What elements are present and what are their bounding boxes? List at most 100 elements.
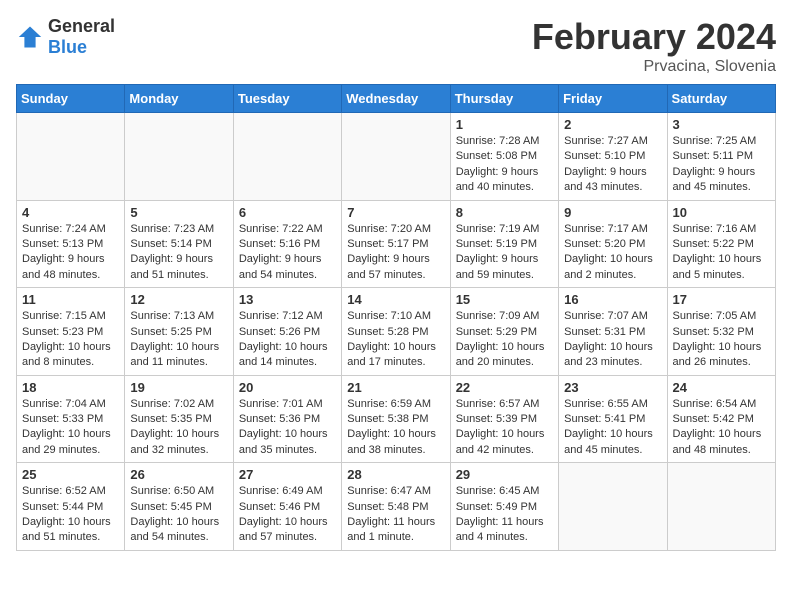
day-info: Sunrise: 7:12 AM Sunset: 5:26 PM Dayligh… [239, 309, 336, 371]
calendar-cell: 13 Sunrise: 7:12 AM Sunset: 5:26 PM Dayli… [233, 288, 341, 376]
calendar-cell: 16 Sunrise: 7:07 AM Sunset: 5:31 PM Dayli… [559, 288, 667, 376]
day-number: 18 [22, 380, 119, 395]
calendar-cell [559, 463, 667, 551]
day-info: Sunrise: 7:24 AM Sunset: 5:13 PM Dayligh… [22, 222, 119, 284]
day-info: Sunrise: 7:07 AM Sunset: 5:31 PM Dayligh… [564, 309, 661, 371]
calendar-cell: 20 Sunrise: 7:01 AM Sunset: 5:36 PM Dayli… [233, 375, 341, 463]
day-info: Sunrise: 7:25 AM Sunset: 5:11 PM Dayligh… [673, 134, 770, 196]
day-number: 21 [347, 380, 444, 395]
calendar-cell: 9 Sunrise: 7:17 AM Sunset: 5:20 PM Daylig… [559, 200, 667, 288]
calendar-week-row: 1Sunrise: 7:28 AM Sunset: 5:08 PM Daylig… [17, 113, 776, 201]
day-info: Sunrise: 6:59 AM Sunset: 5:38 PM Dayligh… [347, 397, 444, 459]
day-number: 28 [347, 467, 444, 482]
day-info: Sunrise: 7:01 AM Sunset: 5:36 PM Dayligh… [239, 397, 336, 459]
day-number: 12 [130, 292, 227, 307]
calendar-week-row: 4Sunrise: 7:24 AM Sunset: 5:13 PM Daylig… [17, 200, 776, 288]
day-number: 26 [130, 467, 227, 482]
day-info: Sunrise: 6:49 AM Sunset: 5:46 PM Dayligh… [239, 484, 336, 546]
day-number: 15 [456, 292, 553, 307]
day-info: Sunrise: 6:45 AM Sunset: 5:49 PM Dayligh… [456, 484, 553, 546]
day-info: Sunrise: 7:19 AM Sunset: 5:19 PM Dayligh… [456, 222, 553, 284]
day-number: 7 [347, 205, 444, 220]
day-number: 13 [239, 292, 336, 307]
title-block: February 2024 Prvacina, Slovenia [532, 16, 776, 76]
col-header-sunday: Sunday [17, 85, 125, 113]
calendar-cell: 10Sunrise: 7:16 AM Sunset: 5:22 PM Dayli… [667, 200, 775, 288]
col-header-saturday: Saturday [667, 85, 775, 113]
calendar-cell: 3Sunrise: 7:25 AM Sunset: 5:11 PM Daylig… [667, 113, 775, 201]
calendar-cell: 28 Sunrise: 6:47 AM Sunset: 5:48 PM Dayli… [342, 463, 450, 551]
calendar-cell: 6 Sunrise: 7:22 AM Sunset: 5:16 PM Daylig… [233, 200, 341, 288]
day-number: 20 [239, 380, 336, 395]
day-info: Sunrise: 6:50 AM Sunset: 5:45 PM Dayligh… [130, 484, 227, 546]
location: Prvacina, Slovenia [532, 58, 776, 76]
day-number: 19 [130, 380, 227, 395]
day-number: 9 [564, 205, 661, 220]
day-number: 1 [456, 117, 553, 132]
calendar-week-row: 11 Sunrise: 7:15 AM Sunset: 5:23 PM Dayli… [17, 288, 776, 376]
day-info: Sunrise: 7:10 AM Sunset: 5:28 PM Dayligh… [347, 309, 444, 371]
calendar-cell: 12 Sunrise: 7:13 AM Sunset: 5:25 PM Dayli… [125, 288, 233, 376]
day-info: Sunrise: 6:52 AM Sunset: 5:44 PM Dayligh… [22, 484, 119, 546]
calendar-cell: 11 Sunrise: 7:15 AM Sunset: 5:23 PM Dayli… [17, 288, 125, 376]
calendar-cell: 22Sunrise: 6:57 AM Sunset: 5:39 PM Dayli… [450, 375, 558, 463]
calendar-cell [342, 113, 450, 201]
day-info: Sunrise: 7:20 AM Sunset: 5:17 PM Dayligh… [347, 222, 444, 284]
day-number: 23 [564, 380, 661, 395]
logo-blue-text: Blue [48, 37, 87, 57]
calendar-cell [17, 113, 125, 201]
logo: General Blue [16, 16, 115, 58]
calendar-cell: 14 Sunrise: 7:10 AM Sunset: 5:28 PM Dayli… [342, 288, 450, 376]
day-info: Sunrise: 7:22 AM Sunset: 5:16 PM Dayligh… [239, 222, 336, 284]
col-header-monday: Monday [125, 85, 233, 113]
day-info: Sunrise: 7:16 AM Sunset: 5:22 PM Dayligh… [673, 222, 770, 284]
logo-icon [16, 23, 44, 51]
day-info: Sunrise: 7:05 AM Sunset: 5:32 PM Dayligh… [673, 309, 770, 371]
calendar-cell: 29 Sunrise: 6:45 AM Sunset: 5:49 PM Dayli… [450, 463, 558, 551]
day-info: Sunrise: 7:17 AM Sunset: 5:20 PM Dayligh… [564, 222, 661, 284]
calendar-cell [667, 463, 775, 551]
calendar-cell: 2 Sunrise: 7:27 AM Sunset: 5:10 PM Daylig… [559, 113, 667, 201]
calendar-week-row: 25Sunrise: 6:52 AM Sunset: 5:44 PM Dayli… [17, 463, 776, 551]
day-info: Sunrise: 7:02 AM Sunset: 5:35 PM Dayligh… [130, 397, 227, 459]
day-info: Sunrise: 6:54 AM Sunset: 5:42 PM Dayligh… [673, 397, 770, 459]
col-header-wednesday: Wednesday [342, 85, 450, 113]
day-info: Sunrise: 7:09 AM Sunset: 5:29 PM Dayligh… [456, 309, 553, 371]
calendar-cell: 18Sunrise: 7:04 AM Sunset: 5:33 PM Dayli… [17, 375, 125, 463]
calendar-cell: 21 Sunrise: 6:59 AM Sunset: 5:38 PM Dayli… [342, 375, 450, 463]
day-info: Sunrise: 7:27 AM Sunset: 5:10 PM Dayligh… [564, 134, 661, 196]
day-number: 6 [239, 205, 336, 220]
calendar-table: SundayMondayTuesdayWednesdayThursdayFrid… [16, 84, 776, 551]
day-info: Sunrise: 6:47 AM Sunset: 5:48 PM Dayligh… [347, 484, 444, 546]
col-header-thursday: Thursday [450, 85, 558, 113]
calendar-cell [233, 113, 341, 201]
day-number: 16 [564, 292, 661, 307]
day-number: 11 [22, 292, 119, 307]
day-number: 5 [130, 205, 227, 220]
day-number: 14 [347, 292, 444, 307]
day-number: 27 [239, 467, 336, 482]
calendar-cell: 26 Sunrise: 6:50 AM Sunset: 5:45 PM Dayli… [125, 463, 233, 551]
page-header: General Blue February 2024 Prvacina, Slo… [16, 16, 776, 76]
logo-general-text: General [48, 16, 115, 36]
day-number: 17 [673, 292, 770, 307]
month-title: February 2024 [532, 16, 776, 58]
day-number: 8 [456, 205, 553, 220]
calendar-cell [125, 113, 233, 201]
calendar-cell: 27 Sunrise: 6:49 AM Sunset: 5:46 PM Dayli… [233, 463, 341, 551]
day-info: Sunrise: 6:55 AM Sunset: 5:41 PM Dayligh… [564, 397, 661, 459]
calendar-cell: 5Sunrise: 7:23 AM Sunset: 5:14 PM Daylig… [125, 200, 233, 288]
calendar-week-row: 18Sunrise: 7:04 AM Sunset: 5:33 PM Dayli… [17, 375, 776, 463]
day-number: 24 [673, 380, 770, 395]
calendar-cell: 25Sunrise: 6:52 AM Sunset: 5:44 PM Dayli… [17, 463, 125, 551]
calendar-cell: 15 Sunrise: 7:09 AM Sunset: 5:29 PM Dayli… [450, 288, 558, 376]
day-info: Sunrise: 7:13 AM Sunset: 5:25 PM Dayligh… [130, 309, 227, 371]
calendar-cell: 19 Sunrise: 7:02 AM Sunset: 5:35 PM Dayli… [125, 375, 233, 463]
day-number: 2 [564, 117, 661, 132]
day-number: 29 [456, 467, 553, 482]
day-info: Sunrise: 7:15 AM Sunset: 5:23 PM Dayligh… [22, 309, 119, 371]
calendar-cell: 17 Sunrise: 7:05 AM Sunset: 5:32 PM Dayli… [667, 288, 775, 376]
calendar-header-row: SundayMondayTuesdayWednesdayThursdayFrid… [17, 85, 776, 113]
calendar-cell: 1Sunrise: 7:28 AM Sunset: 5:08 PM Daylig… [450, 113, 558, 201]
calendar-cell: 23 Sunrise: 6:55 AM Sunset: 5:41 PM Dayli… [559, 375, 667, 463]
